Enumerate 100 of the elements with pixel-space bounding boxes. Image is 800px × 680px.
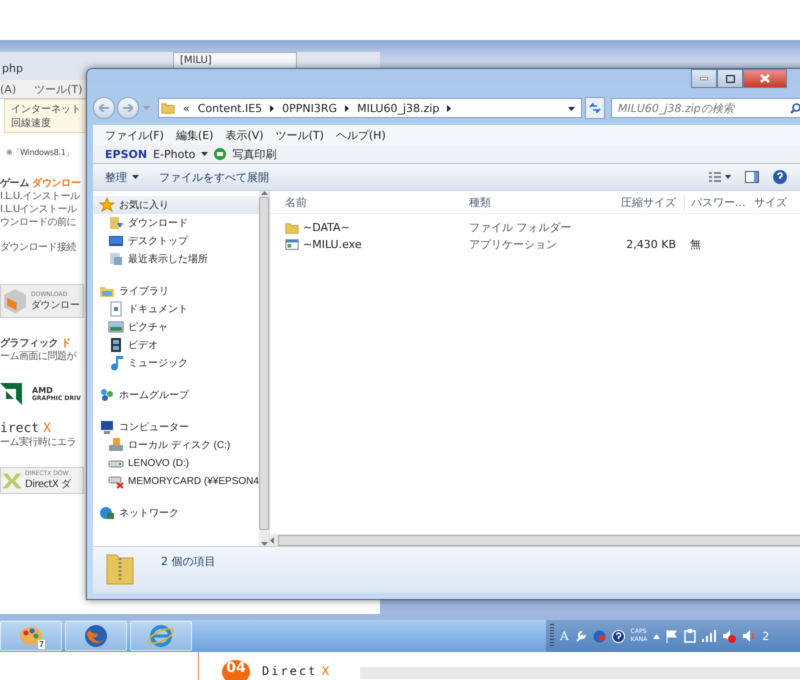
breadcrumb[interactable]: Content.IE5: [198, 102, 262, 114]
star-icon: [99, 197, 115, 213]
menu-item[interactable]: ヘルプ(H): [336, 128, 386, 142]
maximize-icon: [726, 74, 734, 82]
grip-handle[interactable]: [550, 624, 554, 648]
toolbar-button[interactable]: ファイルをすべて展開: [159, 170, 269, 184]
column-header[interactable]: サイズ: [748, 194, 800, 210]
button-label: DirectX ダ: [25, 478, 70, 491]
search-icon: [790, 102, 800, 114]
column-header[interactable]: 名前: [270, 194, 454, 210]
back-button[interactable]: [93, 97, 115, 119]
chevron-icon: [447, 104, 452, 112]
preview-pane-button[interactable]: [745, 171, 759, 183]
navigation-item[interactable]: ダウンロード: [93, 214, 259, 232]
body-text: ーム実行時にエラ: [0, 436, 76, 449]
chevron-icon: [270, 104, 274, 112]
forward-button[interactable]: [117, 97, 139, 119]
computer-icon: [99, 419, 115, 435]
menu-item[interactable]: ファイル(F): [105, 128, 164, 142]
browser-tab[interactable]: [MILU]: [172, 52, 297, 68]
file-name[interactable]: ~MILU.exe: [270, 238, 454, 252]
info-text: インターネット: [11, 103, 82, 116]
navigation-item[interactable]: お気に入り: [93, 196, 259, 214]
navigation-item[interactable]: LENOVO (D:): [93, 454, 259, 472]
forward-arrow-icon: [123, 104, 133, 112]
globe-icon[interactable]: [592, 630, 606, 642]
body-text: I.L.Uインストール: [0, 203, 77, 216]
menu-item[interactable]: 表示(V): [225, 128, 264, 142]
breadcrumb[interactable]: MILU60_j38.zip: [357, 102, 440, 114]
file-name[interactable]: ~DATA~: [270, 220, 454, 234]
body-text: ーム画面に問題が: [0, 350, 76, 363]
menu-item[interactable]: ツール(T): [34, 82, 82, 96]
address-bar[interactable]: php: [2, 62, 23, 75]
navigation-item[interactable]: ピクチャ: [93, 318, 259, 336]
body-text: ダウンロード接続: [0, 241, 76, 254]
brand-label: EPSON: [105, 148, 148, 160]
close-icon: [760, 74, 770, 83]
view-button[interactable]: [709, 172, 731, 182]
step-number: 04: [222, 660, 250, 680]
breadcrumb[interactable]: 0PPNI3RG: [282, 102, 338, 114]
column-header[interactable]: 圧縮サイズ: [580, 194, 684, 210]
navigation-item[interactable]: ミュージック: [93, 354, 259, 372]
navigation-item[interactable]: 最近表示した場所: [93, 250, 259, 268]
navigation-item[interactable]: ドキュメント: [93, 300, 259, 318]
column-header[interactable]: パスワー...: [684, 194, 748, 210]
navigation-item[interactable]: ホームグループ: [93, 386, 259, 404]
button-label: ダウンロー: [31, 298, 80, 312]
menu-item[interactable]: 編集(E): [176, 128, 214, 142]
caret-icon: [568, 107, 575, 111]
vertical-scrollbar[interactable]: [259, 191, 269, 546]
caret-icon: [201, 152, 208, 156]
download-icon: [108, 215, 124, 231]
dropdown-button[interactable]: 整理: [105, 170, 139, 184]
help-icon[interactable]: [612, 630, 625, 642]
section-heading: グラフィック: [0, 337, 58, 350]
print-photo-button[interactable]: 写真印刷: [232, 146, 276, 162]
taskbar-button[interactable]: [130, 621, 192, 651]
navigation-item[interactable]: コンピューター: [93, 418, 259, 436]
navigation-item[interactable]: ネットワーク: [93, 504, 259, 522]
minimize-button[interactable]: [691, 69, 717, 88]
minimize-icon: [700, 77, 708, 80]
help-button[interactable]: [773, 170, 787, 184]
search-field[interactable]: MILU60_j38.zipの検索: [611, 98, 800, 118]
refresh-button[interactable]: [585, 97, 605, 119]
app-menu[interactable]: E-Photo: [153, 148, 196, 160]
x-logo-icon: [1, 472, 23, 490]
window-count: 7: [38, 640, 45, 649]
e-logo-icon: [148, 624, 174, 648]
logo-icon: [0, 383, 22, 405]
device-icon[interactable]: [684, 629, 696, 643]
horizontal-scrollbar[interactable]: [270, 534, 800, 546]
file-type: ファイル フォルダー: [468, 220, 572, 235]
document-icon: [108, 301, 124, 317]
breadcrumb-overflow[interactable]: «: [183, 102, 190, 114]
speaker-icon[interactable]: [742, 629, 756, 643]
maximize-button[interactable]: [717, 69, 743, 88]
application-icon: [285, 238, 299, 252]
taskbar-button[interactable]: [65, 621, 127, 651]
close-button[interactable]: [743, 69, 787, 88]
column-header[interactable]: 種類: [454, 194, 580, 210]
palette-icon: [19, 625, 43, 647]
navigation-item[interactable]: デスクトップ: [93, 232, 259, 250]
navigation-item[interactable]: ビデオ: [93, 336, 259, 354]
wrench-icon[interactable]: [574, 630, 587, 642]
signal-bars-icon[interactable]: [702, 630, 716, 642]
show-hidden-icon[interactable]: [653, 634, 660, 638]
taskbar-button[interactable]: 7: [0, 621, 62, 651]
muted-speaker-icon[interactable]: [722, 629, 736, 643]
section-heading: ゲーム: [0, 177, 30, 190]
navigation-item[interactable]: ライブラリ: [93, 282, 259, 300]
navigation-item[interactable]: MEMORYCARD (¥¥EPSON4: [93, 472, 259, 490]
menu-item[interactable]: (A): [0, 82, 16, 96]
password-text: 無: [689, 237, 702, 252]
help-icon: [773, 170, 787, 184]
navigation-item[interactable]: ローカル ディスク (C:): [93, 436, 259, 454]
flag-icon[interactable]: [666, 630, 678, 642]
folder-icon: [285, 220, 299, 234]
menu-item[interactable]: ツール(T): [276, 128, 324, 142]
address-field[interactable]: « Content.IE5 0PPNI3RG MILU60_j38.zip: [158, 98, 582, 118]
back-arrow-icon: [99, 104, 109, 112]
